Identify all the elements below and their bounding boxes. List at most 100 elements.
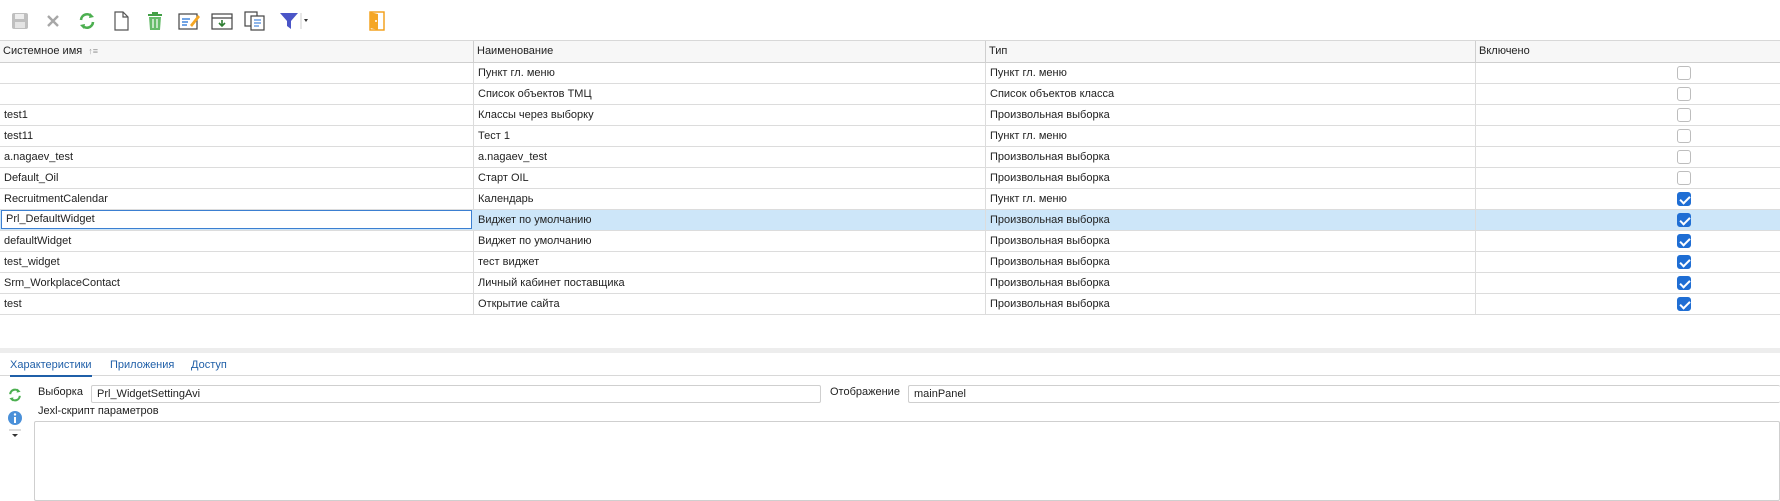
enabled-checkbox[interactable] [1677, 66, 1691, 80]
table-row[interactable]: Srm_WorkplaceContact Личный кабинет поста… [0, 273, 1780, 294]
table-cell-name[interactable]: a.nagaev_test [474, 147, 986, 167]
table-cell-type[interactable]: Произвольная выборка [986, 273, 1476, 293]
table-cell-enabled [1476, 189, 1780, 209]
table-cell-sysname[interactable]: Default_Oil [0, 168, 474, 188]
table-cell-type[interactable]: Список объектов класса [986, 84, 1476, 104]
table-cell-sysname[interactable]: test11 [0, 126, 474, 146]
table-cell-sysname[interactable]: test1 [0, 105, 474, 125]
table-cell-enabled [1476, 168, 1780, 188]
table-row[interactable]: test1 Классы через выборку Произвольная вы… [0, 105, 1780, 126]
table-cell-sysname[interactable] [0, 63, 474, 83]
table-cell-enabled [1476, 63, 1780, 83]
table-cell-name[interactable]: Старт OIL [474, 168, 986, 188]
tab-characteristics[interactable]: Характеристики [10, 357, 92, 377]
column-header-type[interactable]: Тип [986, 41, 1476, 62]
refresh-detail-button[interactable] [7, 387, 25, 405]
table-cell-type[interactable]: Произвольная выборка [986, 105, 1476, 125]
table-cell-type[interactable]: Произвольная выборка [986, 231, 1476, 251]
table-cell-sysname[interactable]: a.nagaev_test [0, 147, 474, 167]
table-cell-name[interactable]: Календарь [474, 189, 986, 209]
table-cell-sysname[interactable]: defaultWidget [0, 231, 474, 251]
table-cell-name[interactable]: Открытие сайта [474, 294, 986, 314]
enabled-checkbox[interactable] [1677, 108, 1691, 122]
table-cell-name[interactable]: Классы через выборку [474, 105, 986, 125]
table-cell-type[interactable]: Произвольная выборка [986, 294, 1476, 314]
column-header-name[interactable]: Наименование [474, 41, 986, 62]
table-cell-enabled [1476, 210, 1780, 230]
table-cell-enabled [1476, 231, 1780, 251]
table-cell-name[interactable]: Список объектов ТМЦ [474, 84, 986, 104]
enabled-checkbox[interactable] [1677, 192, 1691, 206]
save-button[interactable] [7, 8, 33, 34]
table-cell-type[interactable]: Произвольная выборка [986, 147, 1476, 167]
enabled-checkbox[interactable] [1677, 87, 1691, 101]
table-cell-type[interactable]: Произвольная выборка [986, 252, 1476, 272]
filter-button[interactable] [276, 8, 312, 34]
info-button[interactable] [7, 410, 25, 428]
display-field[interactable]: mainPanel [908, 385, 1780, 403]
import-button[interactable] [209, 8, 235, 34]
table-cell-type[interactable]: Пункт гл. меню [986, 189, 1476, 209]
table-row[interactable]: Список объектов ТМЦ Список объектов класс… [0, 84, 1780, 105]
table-cell-type[interactable]: Пункт гл. меню [986, 126, 1476, 146]
table-cell-type[interactable]: Пункт гл. меню [986, 63, 1476, 83]
table-cell-sysname[interactable]: Srm_WorkplaceContact [0, 273, 474, 293]
table-cell-sysname[interactable]: test_widget [0, 252, 474, 272]
table-cell-sysname[interactable]: RecruitmentCalendar [0, 189, 474, 209]
detail-form: Выборка Prl_WidgetSettingAvi Отображение… [34, 383, 1780, 501]
enabled-checkbox[interactable] [1677, 150, 1691, 164]
table-cell-name[interactable]: Пункт гл. меню [474, 63, 986, 83]
table-cell-name[interactable]: Виджет по умолчанию [474, 210, 986, 230]
table-row[interactable]: a.nagaev_test a.nagaev_test Произвольная в… [0, 147, 1780, 168]
table-row[interactable]: Prl_DefaultWidget Виджет по умолчанию Прои… [0, 210, 1780, 231]
tab-applications[interactable]: Приложения [110, 357, 174, 375]
enabled-checkbox[interactable] [1677, 171, 1691, 185]
selection-field[interactable]: Prl_WidgetSettingAvi [91, 385, 821, 403]
table-row[interactable]: RecruitmentCalendar Календарь Пункт гл. ме… [0, 189, 1780, 210]
table-cell-type[interactable]: Произвольная выборка [986, 168, 1476, 188]
tab-access[interactable]: Доступ [191, 357, 227, 375]
display-label: Отображение [830, 386, 900, 398]
import-icon [211, 13, 233, 30]
table-cell-name[interactable]: Личный кабинет поставщика [474, 273, 986, 293]
edit-button[interactable] [176, 8, 202, 34]
table-cell-name[interactable]: Виджет по умолчанию [474, 231, 986, 251]
table-row[interactable]: Default_Oil Старт OIL Произвольная выборка [0, 168, 1780, 189]
copy-icon [244, 11, 265, 31]
chevron-down-icon [9, 429, 21, 437]
table-cell-sysname[interactable]: test [0, 294, 474, 314]
table-cell-sysname[interactable] [0, 84, 474, 104]
table-row[interactable]: test_widget тест виджет Произвольная выбор… [0, 252, 1780, 273]
more-dropdown[interactable] [7, 429, 25, 441]
table-cell-sysname[interactable]: Prl_DefaultWidget [1, 210, 472, 229]
table-cell-type[interactable]: Произвольная выборка [986, 210, 1476, 230]
enabled-checkbox[interactable] [1677, 213, 1691, 227]
table-row[interactable]: test Открытие сайта Произвольная выборка [0, 294, 1780, 315]
script-editor[interactable] [34, 421, 1780, 501]
table-cell-enabled [1476, 105, 1780, 125]
table-row[interactable]: defaultWidget Виджет по умолчанию Произвол… [0, 231, 1780, 252]
table-cell-name[interactable]: тест виджет [474, 252, 986, 272]
sort-icon: ↑≡ [88, 46, 98, 56]
records-grid: Системное имя ↑≡ Наименование Тип Включен… [0, 40, 1780, 349]
column-header-enabled[interactable]: Включено [1476, 41, 1780, 62]
enabled-checkbox[interactable] [1677, 234, 1691, 248]
enabled-checkbox[interactable] [1677, 129, 1691, 143]
table-cell-name[interactable]: Тест 1 [474, 126, 986, 146]
copy-button[interactable] [242, 8, 268, 34]
enabled-checkbox[interactable] [1677, 297, 1691, 311]
column-header-sysname[interactable]: Системное имя ↑≡ [0, 41, 474, 62]
table-row[interactable]: Пункт гл. меню Пункт гл. меню [0, 63, 1780, 84]
delete-button[interactable] [142, 8, 168, 34]
side-toolbar [0, 383, 30, 492]
cancel-button[interactable] [40, 8, 66, 34]
enabled-checkbox[interactable] [1677, 255, 1691, 269]
enabled-checkbox[interactable] [1677, 276, 1691, 290]
table-cell-enabled [1476, 273, 1780, 293]
refresh-button[interactable] [74, 8, 100, 34]
new-button[interactable] [108, 8, 134, 34]
info-icon [8, 411, 22, 425]
table-row[interactable]: test11 Тест 1 Пункт гл. меню [0, 126, 1780, 147]
exit-button[interactable] [364, 8, 390, 34]
table-cell-enabled [1476, 126, 1780, 146]
